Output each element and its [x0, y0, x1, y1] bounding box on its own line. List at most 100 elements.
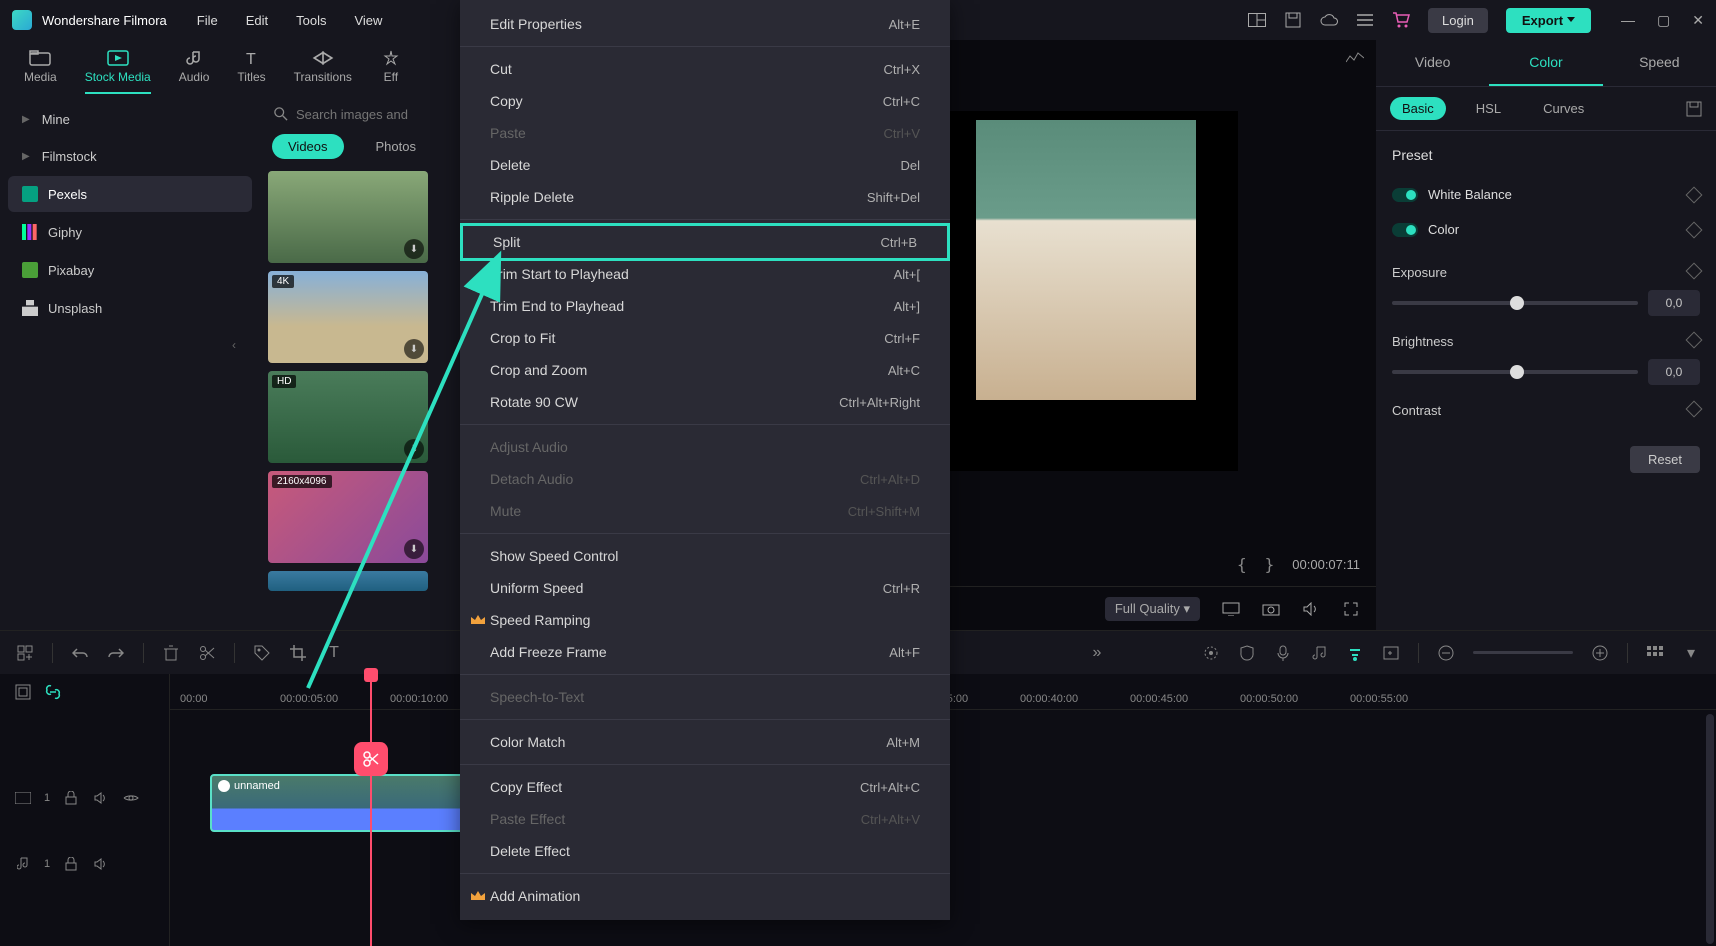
context-menu-item[interactable]: Copy EffectCtrl+Alt+C — [460, 771, 950, 803]
expand-icon[interactable]: » — [1088, 644, 1106, 662]
playhead[interactable] — [370, 674, 372, 946]
timeline-scrollbar[interactable] — [1706, 714, 1714, 944]
tab-titles[interactable]: T Titles — [237, 50, 265, 94]
tab-stock-media[interactable]: Stock Media — [85, 50, 151, 94]
subtab-basic[interactable]: Basic — [1390, 97, 1446, 120]
link-icon[interactable] — [44, 683, 62, 701]
menu-file[interactable]: File — [197, 13, 218, 28]
menu-tools[interactable]: Tools — [296, 13, 326, 28]
keyframe-icon[interactable] — [1686, 186, 1703, 203]
thumbnail[interactable]: 2160x4096⬇ — [268, 471, 428, 563]
crop-icon[interactable] — [289, 644, 307, 662]
source-giphy[interactable]: Giphy — [8, 214, 252, 250]
microphone-icon[interactable] — [1274, 644, 1292, 662]
add-icon[interactable] — [16, 644, 34, 662]
context-menu-item[interactable]: Delete Effect — [460, 835, 950, 867]
context-menu-item[interactable]: Uniform SpeedCtrl+R — [460, 572, 950, 604]
chevron-down-icon[interactable]: ▾ — [1682, 644, 1700, 662]
thumbnail[interactable]: HD⬇ — [268, 371, 428, 463]
save-icon[interactable] — [1284, 11, 1302, 29]
mute-icon[interactable] — [92, 789, 110, 807]
mark-out-icon[interactable]: } — [1265, 555, 1275, 574]
context-menu-item[interactable]: Speed Ramping — [460, 604, 950, 636]
inspector-tab-color[interactable]: Color — [1489, 40, 1602, 86]
context-menu-item[interactable]: Ripple DeleteShift+Del — [460, 181, 950, 213]
thumbnail[interactable]: 4K⬇ — [268, 271, 428, 363]
snapshot-icon[interactable] — [1262, 600, 1280, 618]
download-icon[interactable]: ⬇ — [404, 439, 424, 459]
layout-icon[interactable] — [1248, 11, 1266, 29]
context-menu-item[interactable]: Rotate 90 CWCtrl+Alt+Right — [460, 386, 950, 418]
split-handle-icon[interactable] — [354, 742, 388, 776]
source-mine[interactable]: ▶Mine — [8, 102, 252, 137]
quality-selector[interactable]: Full Quality ▾ — [1105, 597, 1200, 621]
music-icon[interactable] — [1310, 644, 1328, 662]
tab-effects[interactable]: Eff — [380, 50, 402, 94]
timeline-layers-icon[interactable] — [14, 683, 32, 701]
export-button[interactable]: Export — [1506, 8, 1591, 33]
text-tool-icon[interactable]: T — [325, 644, 343, 662]
video-track-icon[interactable] — [14, 789, 32, 807]
minimize-icon[interactable]: — — [1621, 12, 1635, 29]
context-menu-item[interactable]: Crop and ZoomAlt+C — [460, 354, 950, 386]
context-menu-item[interactable]: Add Animation — [460, 880, 950, 912]
keyframe-icon[interactable] — [1686, 401, 1703, 418]
redo-icon[interactable] — [107, 644, 125, 662]
source-pixabay[interactable]: Pixabay — [8, 252, 252, 288]
zoom-out-icon[interactable] — [1437, 644, 1455, 662]
tab-audio[interactable]: Audio — [179, 50, 210, 94]
brightness-value[interactable]: 0,0 — [1648, 359, 1700, 385]
mark-in-icon[interactable]: { — [1237, 555, 1247, 574]
frame-icon[interactable] — [1382, 644, 1400, 662]
shield-icon[interactable] — [1238, 644, 1256, 662]
menu-edit[interactable]: Edit — [246, 13, 268, 28]
context-menu-item[interactable]: Trim End to PlayheadAlt+] — [460, 290, 950, 322]
pill-photos[interactable]: Photos — [360, 134, 432, 159]
context-menu-item[interactable]: Crop to FitCtrl+F — [460, 322, 950, 354]
context-menu-item[interactable]: SplitCtrl+B — [460, 223, 950, 261]
tab-media[interactable]: Media — [24, 50, 57, 94]
subtab-curves[interactable]: Curves — [1531, 97, 1596, 120]
color-tool-icon[interactable] — [1346, 644, 1364, 662]
screen-icon[interactable] — [1222, 600, 1240, 618]
trash-icon[interactable] — [162, 644, 180, 662]
mute-icon[interactable] — [92, 855, 110, 873]
brightness-slider[interactable] — [1392, 370, 1638, 374]
keyframe-icon[interactable] — [1686, 263, 1703, 280]
context-menu-item[interactable]: Trim Start to PlayheadAlt+[ — [460, 258, 950, 290]
fullscreen-icon[interactable] — [1342, 600, 1360, 618]
context-menu-item[interactable]: DeleteDel — [460, 149, 950, 181]
inspector-tab-video[interactable]: Video — [1376, 40, 1489, 86]
keyframe-icon[interactable] — [1686, 221, 1703, 238]
context-menu-item[interactable]: Show Speed Control — [460, 540, 950, 572]
exposure-slider[interactable] — [1392, 301, 1638, 305]
zoom-slider[interactable] — [1473, 651, 1573, 654]
visibility-icon[interactable] — [122, 789, 140, 807]
lock-icon[interactable] — [62, 855, 80, 873]
audio-track-icon[interactable] — [14, 855, 32, 873]
zoom-in-icon[interactable] — [1591, 644, 1609, 662]
thumbnail[interactable] — [268, 571, 428, 591]
inspector-tab-speed[interactable]: Speed — [1603, 40, 1716, 86]
tab-transitions[interactable]: Transitions — [294, 50, 352, 94]
source-pexels[interactable]: Pexels — [8, 176, 252, 212]
white-balance-toggle[interactable] — [1392, 188, 1418, 202]
lock-icon[interactable] — [62, 789, 80, 807]
volume-icon[interactable] — [1302, 600, 1320, 618]
context-menu-item[interactable]: CopyCtrl+C — [460, 85, 950, 117]
color-toggle[interactable] — [1392, 223, 1418, 237]
context-menu-item[interactable]: Color MatchAlt+M — [460, 726, 950, 758]
collapse-arrow-icon[interactable]: ‹ — [8, 328, 252, 362]
undo-icon[interactable] — [71, 644, 89, 662]
context-menu-item[interactable]: CutCtrl+X — [460, 53, 950, 85]
download-icon[interactable]: ⬇ — [404, 539, 424, 559]
keyframe-icon[interactable] — [1686, 332, 1703, 349]
thumbnail[interactable]: ⬇ — [268, 171, 428, 263]
maximize-icon[interactable]: ▢ — [1657, 12, 1670, 29]
hamburger-icon[interactable] — [1356, 11, 1374, 29]
scissors-icon[interactable] — [198, 644, 216, 662]
exposure-value[interactable]: 0,0 — [1648, 290, 1700, 316]
cart-icon[interactable] — [1392, 11, 1410, 29]
download-icon[interactable]: ⬇ — [404, 339, 424, 359]
login-button[interactable]: Login — [1428, 8, 1488, 33]
